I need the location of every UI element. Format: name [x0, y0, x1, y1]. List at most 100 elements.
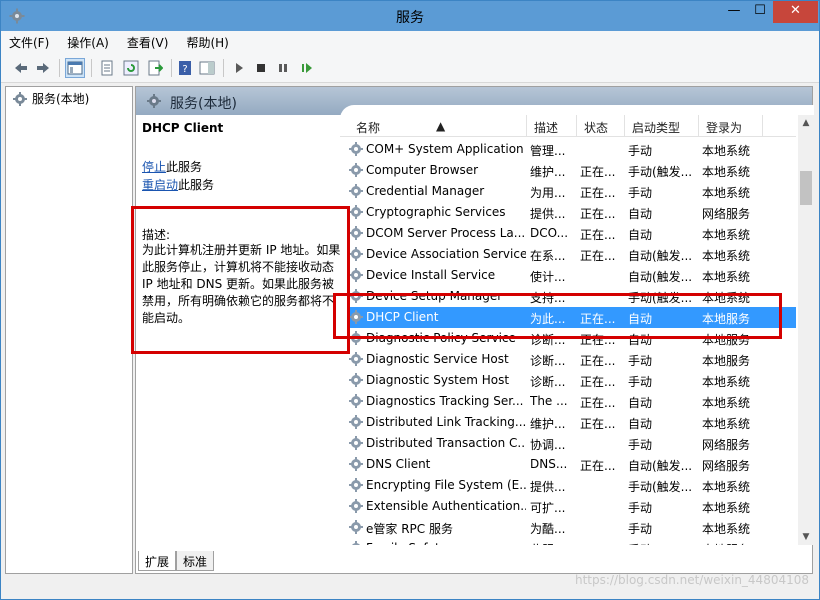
tree-node-label: 服务(本地) — [32, 92, 90, 106]
service-status-cell: 正在... — [580, 249, 616, 263]
show-hide-action-pane-icon[interactable] — [197, 58, 217, 78]
maximize-button[interactable]: ☐ — [747, 1, 773, 23]
column-header-logon-as[interactable]: 登录为 — [706, 119, 742, 136]
menu-file[interactable]: 文件(F) — [1, 31, 55, 51]
service-gear-icon — [349, 226, 363, 240]
help-icon[interactable]: ? — [175, 58, 195, 78]
service-row[interactable]: Diagnostic System Host 诊断... 正在... 手动 本地系统 — [348, 370, 796, 391]
column-header-startup-type[interactable]: 启动类型 — [632, 119, 680, 136]
export-list-icon[interactable] — [145, 58, 165, 78]
service-row[interactable]: DHCP Client 为此... 正在... 自动 本地服务 — [348, 307, 796, 328]
menu-view[interactable]: 查看(V) — [119, 31, 175, 51]
service-row[interactable]: Device Setup Manager 支持... 手动(触发... 本地系统 — [348, 286, 796, 307]
service-row[interactable]: DCOM Server Process La... DCO... 正在... 自动 本地… — [348, 223, 796, 244]
service-gear-icon — [349, 331, 363, 345]
service-status-cell: 正在... — [580, 354, 616, 368]
service-row[interactable]: COM+ System Application 管理... 手动 本地系统 — [348, 139, 796, 160]
pause-service-icon[interactable] — [273, 58, 293, 78]
service-row[interactable]: Diagnostic Policy Service 诊断... 正在... 自动 本地服… — [348, 328, 796, 349]
properties-icon[interactable] — [97, 58, 117, 78]
vertical-scrollbar[interactable]: ▲ ▼ — [798, 115, 814, 545]
service-startup-type-cell: 自动 — [628, 312, 653, 326]
service-startup-type-cell: 手动 — [628, 438, 653, 452]
column-divider[interactable] — [576, 115, 577, 137]
service-description-cell: 为酷... — [530, 522, 566, 536]
description-line: 禁用，所有明确依赖它的服务都将不 — [142, 294, 335, 308]
service-row[interactable]: DNS Client DNS... 正在... 自动(触发... 网络服务 — [348, 454, 796, 475]
column-header-description[interactable]: 描述 — [534, 119, 558, 136]
service-gear-icon — [349, 499, 363, 513]
service-startup-type-cell: 自动 — [628, 417, 653, 431]
service-description-cell: 为用... — [530, 186, 566, 200]
service-startup-type-cell: 手动 — [628, 186, 653, 200]
service-name-cell: Diagnostic System Host — [366, 373, 510, 387]
service-gear-icon — [349, 268, 363, 282]
service-description-cell: 使计... — [530, 270, 566, 284]
svg-text:?: ? — [182, 64, 187, 75]
service-description-cell: 为此... — [530, 312, 566, 326]
service-row[interactable]: Diagnostics Tracking Ser... The ... 正在... 自… — [348, 391, 796, 412]
service-description-cell: 提供... — [530, 207, 566, 221]
service-row[interactable]: Family Safety 此服... 手动 本地服务 — [348, 538, 796, 545]
service-gear-icon — [349, 436, 363, 450]
start-service-icon[interactable] — [229, 58, 249, 78]
service-row[interactable]: Computer Browser 维护... 正在... 手动(触发... 本地系统 — [348, 160, 796, 181]
service-status-cell: 正在... — [580, 396, 616, 410]
tab-extended[interactable]: 扩展 — [138, 551, 177, 571]
forward-arrow-icon[interactable] — [33, 58, 53, 78]
service-row[interactable]: Encrypting File System (E... 提供... 手动(触发..… — [348, 475, 796, 496]
back-arrow-icon[interactable] — [11, 58, 31, 78]
service-startup-type-cell: 自动 — [628, 333, 653, 347]
restart-service-link[interactable]: 重启动 — [142, 178, 178, 192]
service-name-cell: Diagnostic Service Host — [366, 352, 509, 366]
tab-standard[interactable]: 标准 — [176, 551, 215, 571]
service-name-cell: Extensible Authentication... — [366, 499, 526, 513]
menu-action[interactable]: 操作(A) — [59, 31, 115, 51]
stop-service-icon[interactable] — [251, 58, 271, 78]
service-status-cell: 正在... — [580, 333, 616, 347]
services-gear-icon — [13, 91, 27, 106]
service-logon-cell: 网络服务 — [702, 459, 751, 473]
column-divider[interactable] — [624, 115, 625, 137]
service-row[interactable]: Device Install Service 使计... 自动(触发... 本地系统 — [348, 265, 796, 286]
service-startup-type-cell: 手动(触发... — [628, 165, 693, 179]
column-header-name[interactable]: 名称 — [356, 119, 380, 136]
restart-service-icon[interactable] — [297, 58, 317, 78]
service-status-cell: 正在... — [580, 375, 616, 389]
column-divider[interactable] — [698, 115, 699, 137]
service-name-cell: Cryptographic Services — [366, 205, 506, 219]
service-row[interactable]: Device Association Service 在系... 正在... 自动(触… — [348, 244, 796, 265]
service-row[interactable]: Distributed Transaction C... 协调... 手动 网络服务 — [348, 433, 796, 454]
service-status-cell: 正在... — [580, 312, 616, 326]
service-row[interactable]: Distributed Link Tracking... 维护... 正在... 自动… — [348, 412, 796, 433]
service-row[interactable]: e管家 RPC 服务 为酷... 手动 本地系统 — [348, 517, 796, 538]
column-divider[interactable] — [526, 115, 527, 137]
console-tree-pane: 服务(本地) — [5, 86, 133, 574]
service-name-cell: COM+ System Application — [366, 142, 524, 156]
service-row[interactable]: Diagnostic Service Host 诊断... 正在... 手动 本地服务 — [348, 349, 796, 370]
service-gear-icon — [349, 373, 363, 387]
column-divider[interactable] — [762, 115, 763, 137]
service-startup-type-cell: 自动 — [628, 396, 653, 410]
service-logon-cell: 本地系统 — [702, 186, 751, 200]
refresh-icon[interactable] — [121, 58, 141, 78]
column-header-status[interactable]: 状态 — [584, 119, 608, 136]
service-row[interactable]: Credential Manager 为用... 正在... 手动 本地系统 — [348, 181, 796, 202]
console-tree-icon[interactable] — [65, 58, 85, 78]
menu-help[interactable]: 帮助(H) — [178, 31, 234, 51]
service-row[interactable]: Extensible Authentication... 可扩... 手动 本地系统 — [348, 496, 796, 517]
service-gear-icon — [349, 352, 363, 366]
services-pane: 服务(本地) DHCP Client 停止此服务 重启动此服务 描述: 为此计算… — [135, 86, 814, 574]
scroll-up-icon[interactable]: ▲ — [798, 115, 814, 131]
close-button[interactable]: ✕ — [773, 1, 818, 23]
service-logon-cell: 本地服务 — [702, 312, 751, 326]
service-row[interactable]: Cryptographic Services 提供... 正在... 自动 网络服务 — [348, 202, 796, 223]
stop-service-link[interactable]: 停止 — [142, 160, 166, 174]
minimize-button[interactable]: — — [721, 1, 747, 23]
service-description-cell: 维护... — [530, 165, 566, 179]
scroll-thumb[interactable] — [800, 171, 812, 205]
service-startup-type-cell: 手动(触发... — [628, 291, 693, 305]
scroll-down-icon[interactable]: ▼ — [798, 529, 814, 545]
tree-node-services-local[interactable]: 服务(本地) — [12, 90, 89, 107]
service-startup-type-cell: 手动 — [628, 501, 653, 515]
